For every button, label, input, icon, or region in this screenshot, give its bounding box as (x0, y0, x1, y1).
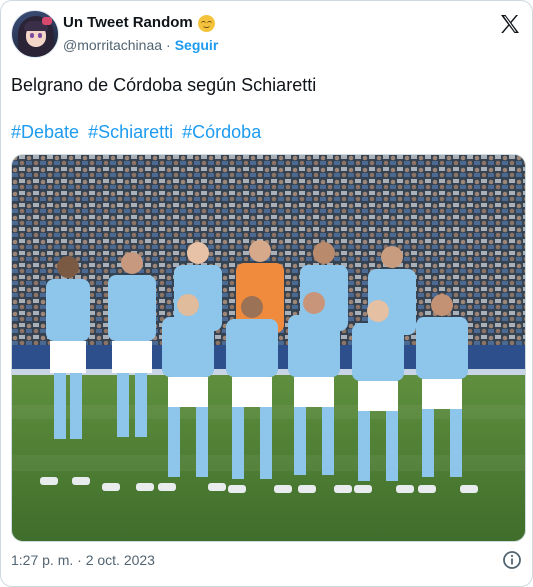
follow-button[interactable]: Seguir (175, 37, 219, 53)
x-logo-icon[interactable] (498, 12, 522, 36)
relieved-face-emoji-icon (197, 14, 215, 32)
tweet-card: Un Tweet Random @morritachinaa · Seguir Be… (0, 0, 533, 587)
hashtag-debate[interactable]: #Debate (11, 122, 79, 142)
avatar[interactable] (11, 10, 59, 58)
info-icon[interactable] (502, 550, 522, 570)
team-photo-image (12, 155, 525, 541)
user-handle[interactable]: @morritachinaa (63, 37, 162, 53)
tweet-timestamp[interactable]: 1:27 p. m. · 2 oct. 2023 (11, 550, 155, 570)
author-info: Un Tweet Random @morritachinaa · Seguir (63, 13, 218, 55)
tweet-text: Belgrano de Córdoba según Schiaretti (11, 75, 317, 95)
display-name[interactable]: Un Tweet Random (63, 13, 193, 33)
tweet-photo[interactable] (11, 154, 526, 542)
separator: · (166, 37, 171, 53)
tweet-header: Un Tweet Random @morritachinaa · Seguir (11, 10, 522, 60)
hashtag-schiaretti[interactable]: #Schiaretti (88, 122, 173, 142)
hashtag-cordoba[interactable]: #Córdoba (182, 122, 261, 142)
hashtags: #Debate #Schiaretti #Córdoba (11, 120, 265, 144)
